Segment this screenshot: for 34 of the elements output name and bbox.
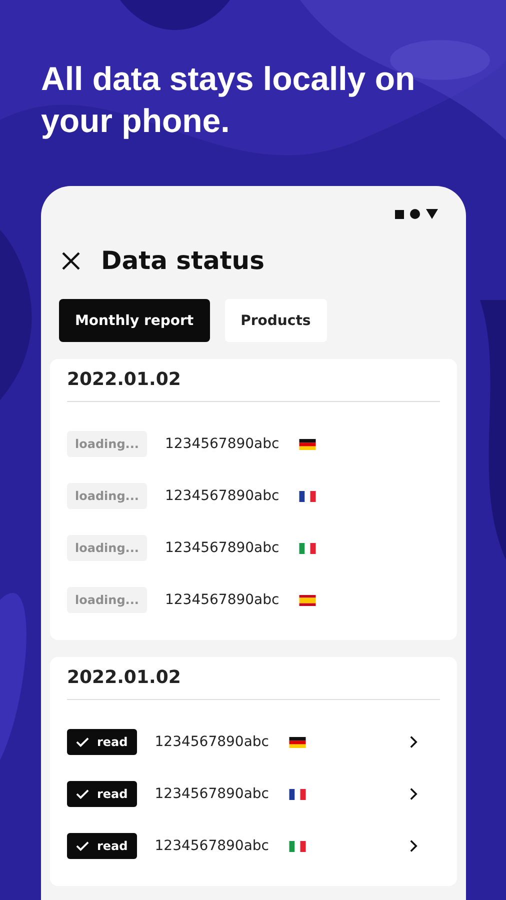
screen-title: Data status — [101, 246, 264, 275]
status-badge: read — [67, 729, 137, 755]
chevron-right-icon[interactable] — [409, 735, 418, 749]
item-id: 1234567890abc — [154, 786, 269, 802]
item-id: 1234567890abc — [164, 488, 280, 504]
flag-icon — [299, 594, 316, 606]
chevron-right-icon[interactable] — [409, 787, 418, 801]
item-id: 1234567890abc — [164, 540, 280, 556]
flag-icon — [299, 542, 316, 554]
item-id: 1234567890abc — [164, 436, 280, 452]
square-icon — [395, 210, 404, 218]
tab[interactable]: Products — [224, 299, 327, 342]
flag-icon — [299, 490, 316, 502]
flag-icon — [289, 788, 306, 800]
item-id: 1234567890abc — [154, 838, 269, 854]
status-badge: loading... — [67, 587, 147, 613]
status-badge: read — [67, 833, 137, 859]
item-id: 1234567890abc — [164, 592, 280, 608]
circle-icon — [410, 209, 420, 219]
report-date: 2022.01.02 — [67, 369, 440, 402]
chevron-right-icon[interactable] — [409, 839, 418, 853]
status-badge: loading... — [67, 483, 147, 509]
flag-icon — [299, 438, 316, 450]
headline: All data stays locally on your phone. — [41, 59, 416, 141]
tab[interactable]: Monthly report — [59, 299, 210, 342]
report-date: 2022.01.02 — [67, 667, 440, 700]
triangle-icon — [426, 209, 438, 219]
status-badge: loading... — [67, 431, 147, 457]
status-badge: read — [67, 781, 137, 807]
close-icon[interactable] — [61, 250, 81, 270]
flag-icon — [289, 736, 306, 748]
item-id: 1234567890abc — [154, 734, 269, 750]
flag-icon — [289, 840, 306, 852]
status-badge: loading... — [67, 535, 147, 561]
